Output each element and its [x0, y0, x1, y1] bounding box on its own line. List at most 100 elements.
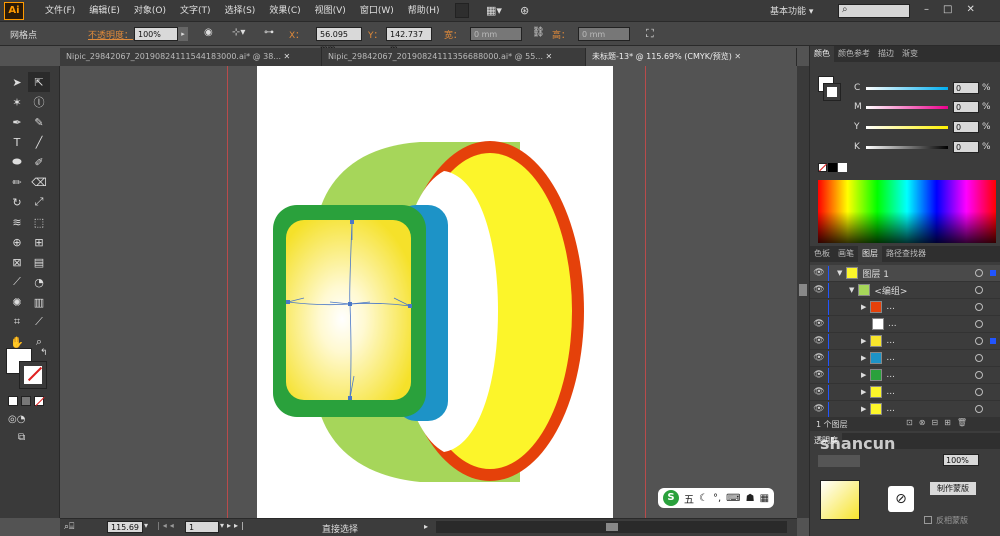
menu-effect[interactable]: 效果(C): [262, 4, 307, 18]
menu-edit[interactable]: 编辑(E): [82, 4, 127, 18]
tab-color[interactable]: 颜色: [810, 46, 834, 62]
arrange-documents-icon[interactable]: ▦▾: [486, 4, 502, 17]
eraser-tool-icon[interactable]: ⌫: [28, 172, 50, 192]
blend-tool-icon[interactable]: ◔: [28, 272, 50, 292]
ime-toolbar[interactable]: S 五 ☾ °, ⌨ ☗ ▦: [658, 488, 775, 508]
expand-icon[interactable]: ▼: [849, 286, 854, 294]
channel-value[interactable]: 0: [953, 121, 979, 133]
target-icon[interactable]: [975, 269, 983, 277]
target-icon[interactable]: [975, 320, 983, 328]
layer-row[interactable]: 👁 ▶ ...: [810, 367, 1000, 384]
artwork[interactable]: [60, 66, 797, 518]
blend-mode-select[interactable]: [818, 455, 860, 467]
artboard-number-field[interactable]: 1: [185, 521, 219, 533]
slider-m[interactable]: M 0 %: [854, 101, 991, 113]
transform-icon[interactable]: ⛶: [646, 27, 654, 41]
expand-icon[interactable]: ▶: [861, 303, 866, 311]
menu-object[interactable]: 对象(O): [127, 4, 173, 18]
eye-icon[interactable]: 👁: [810, 404, 828, 414]
clip-icon[interactable]: ⊘: [888, 486, 914, 512]
target-icon[interactable]: [975, 371, 983, 379]
tab-document-2[interactable]: Nipic_29842067_20190824111356688000.ai* …: [322, 48, 586, 66]
magic-wand-tool-icon[interactable]: ✶: [6, 92, 28, 112]
bridge-button[interactable]: [455, 3, 469, 18]
screen-mode-icon[interactable]: ⧉: [18, 432, 25, 443]
object-thumbnail[interactable]: [820, 480, 860, 520]
height-field[interactable]: 0 mm: [578, 27, 630, 41]
curvature-tool-icon[interactable]: ✎: [28, 112, 50, 132]
opacity-label[interactable]: 不透明度：: [88, 28, 133, 41]
target-icon[interactable]: [975, 337, 983, 345]
eye-icon[interactable]: 👁: [810, 387, 828, 397]
slider-c[interactable]: C 0 %: [854, 82, 991, 94]
color-stroke-swatch[interactable]: [823, 83, 841, 101]
stroke-swatch[interactable]: [19, 361, 47, 389]
menu-view[interactable]: 视图(V): [308, 4, 353, 18]
artboard-nav-prev[interactable]: |◂◂: [157, 521, 177, 530]
channel-value[interactable]: 0: [953, 82, 979, 94]
link-icon[interactable]: ⛓: [532, 27, 545, 38]
pen-tool-icon[interactable]: ✒: [6, 112, 28, 132]
minimize-icon[interactable]: –: [924, 4, 943, 15]
search-input[interactable]: ⌕: [838, 4, 910, 18]
transparency-opacity-field[interactable]: 100%: [943, 454, 979, 466]
slider-track[interactable]: [866, 145, 948, 149]
white-swatch[interactable]: [838, 163, 847, 172]
tab-color-guide[interactable]: 颜色参考: [834, 46, 874, 62]
expand-icon[interactable]: ▶: [861, 337, 866, 345]
color-button[interactable]: [8, 396, 18, 406]
close-icon[interactable]: ✕: [546, 52, 553, 61]
mesh-tool-icon[interactable]: ⊠: [6, 252, 28, 272]
tab-swatches[interactable]: 色板: [810, 246, 834, 262]
status-menu-icon[interactable]: ▸: [424, 522, 428, 531]
workspace-switcher[interactable]: 基本功能 ▾: [770, 4, 813, 17]
layer-row[interactable]: 👁 ▶ ...: [810, 350, 1000, 367]
eye-icon[interactable]: 👁: [810, 353, 828, 363]
artboard-tool-icon[interactable]: ⌗: [6, 312, 28, 332]
none-button[interactable]: [34, 396, 45, 407]
layer-row[interactable]: 👁 ▶ ...: [810, 401, 1000, 418]
layer-row[interactable]: 👁 ▶ ...: [810, 384, 1000, 401]
h-scroll-thumb[interactable]: [606, 523, 618, 531]
layer-row[interactable]: 👁 ▼ 图层 1: [810, 265, 1000, 282]
channel-value[interactable]: 0: [953, 141, 979, 153]
line-tool-icon[interactable]: ╱: [28, 132, 50, 152]
type-tool-icon[interactable]: T: [6, 132, 28, 152]
channel-value[interactable]: 0: [953, 101, 979, 113]
zoom-field[interactable]: 115.69: [107, 521, 143, 533]
menu-file[interactable]: 文件(F): [38, 4, 82, 18]
warp-tool-icon[interactable]: ≋: [6, 212, 28, 232]
vertical-scrollbar[interactable]: [797, 66, 809, 518]
swap-fill-stroke-icon[interactable]: ↰: [40, 348, 48, 358]
target-icon[interactable]: [975, 405, 983, 413]
canvas-area[interactable]: S 五 ☾ °, ⌨ ☗ ▦: [60, 66, 797, 518]
perspective-grid-tool-icon[interactable]: ⊞: [28, 232, 50, 252]
eye-icon[interactable]: 👁: [810, 336, 828, 346]
gradient-button[interactable]: [21, 396, 31, 406]
scale-tool-icon[interactable]: ⤢: [28, 192, 50, 212]
layer-row[interactable]: 👁 ...: [810, 316, 1000, 333]
target-icon[interactable]: [975, 388, 983, 396]
gpu-performance-icon[interactable]: ⊛: [520, 4, 529, 17]
maximize-icon[interactable]: □: [943, 4, 966, 15]
close-icon[interactable]: ✕: [966, 4, 988, 15]
pencil-tool-icon[interactable]: ✏: [6, 172, 28, 192]
drawing-modes-icon[interactable]: ◎◔: [8, 414, 25, 425]
layer-row[interactable]: ▶ ...: [810, 299, 1000, 316]
tab-layers[interactable]: 图层: [858, 246, 882, 262]
tab-gradient[interactable]: 渐变: [898, 46, 922, 62]
width-field[interactable]: 0 mm: [470, 27, 522, 41]
eye-icon[interactable]: 👁: [810, 285, 828, 295]
rotate-tool-icon[interactable]: ↻: [6, 192, 28, 212]
close-icon[interactable]: ✕: [284, 52, 291, 61]
menu-window[interactable]: 窗口(W): [353, 4, 401, 18]
invert-mask-checkbox[interactable]: [924, 516, 932, 524]
target-icon[interactable]: [975, 303, 983, 311]
opacity-dropdown-icon[interactable]: ▸: [178, 27, 188, 41]
lasso-tool-icon[interactable]: ⓛ: [28, 92, 50, 112]
layer-row[interactable]: 👁 ▶ ...: [810, 333, 1000, 350]
layer-row[interactable]: 👁 ▼ <编组>: [810, 282, 1000, 299]
paintbrush-tool-icon[interactable]: ✐: [28, 152, 50, 172]
layer-footer-icons[interactable]: ⊡⊗⊟⊞🗑: [906, 418, 973, 427]
shape-builder-tool-icon[interactable]: ⊕: [6, 232, 28, 252]
